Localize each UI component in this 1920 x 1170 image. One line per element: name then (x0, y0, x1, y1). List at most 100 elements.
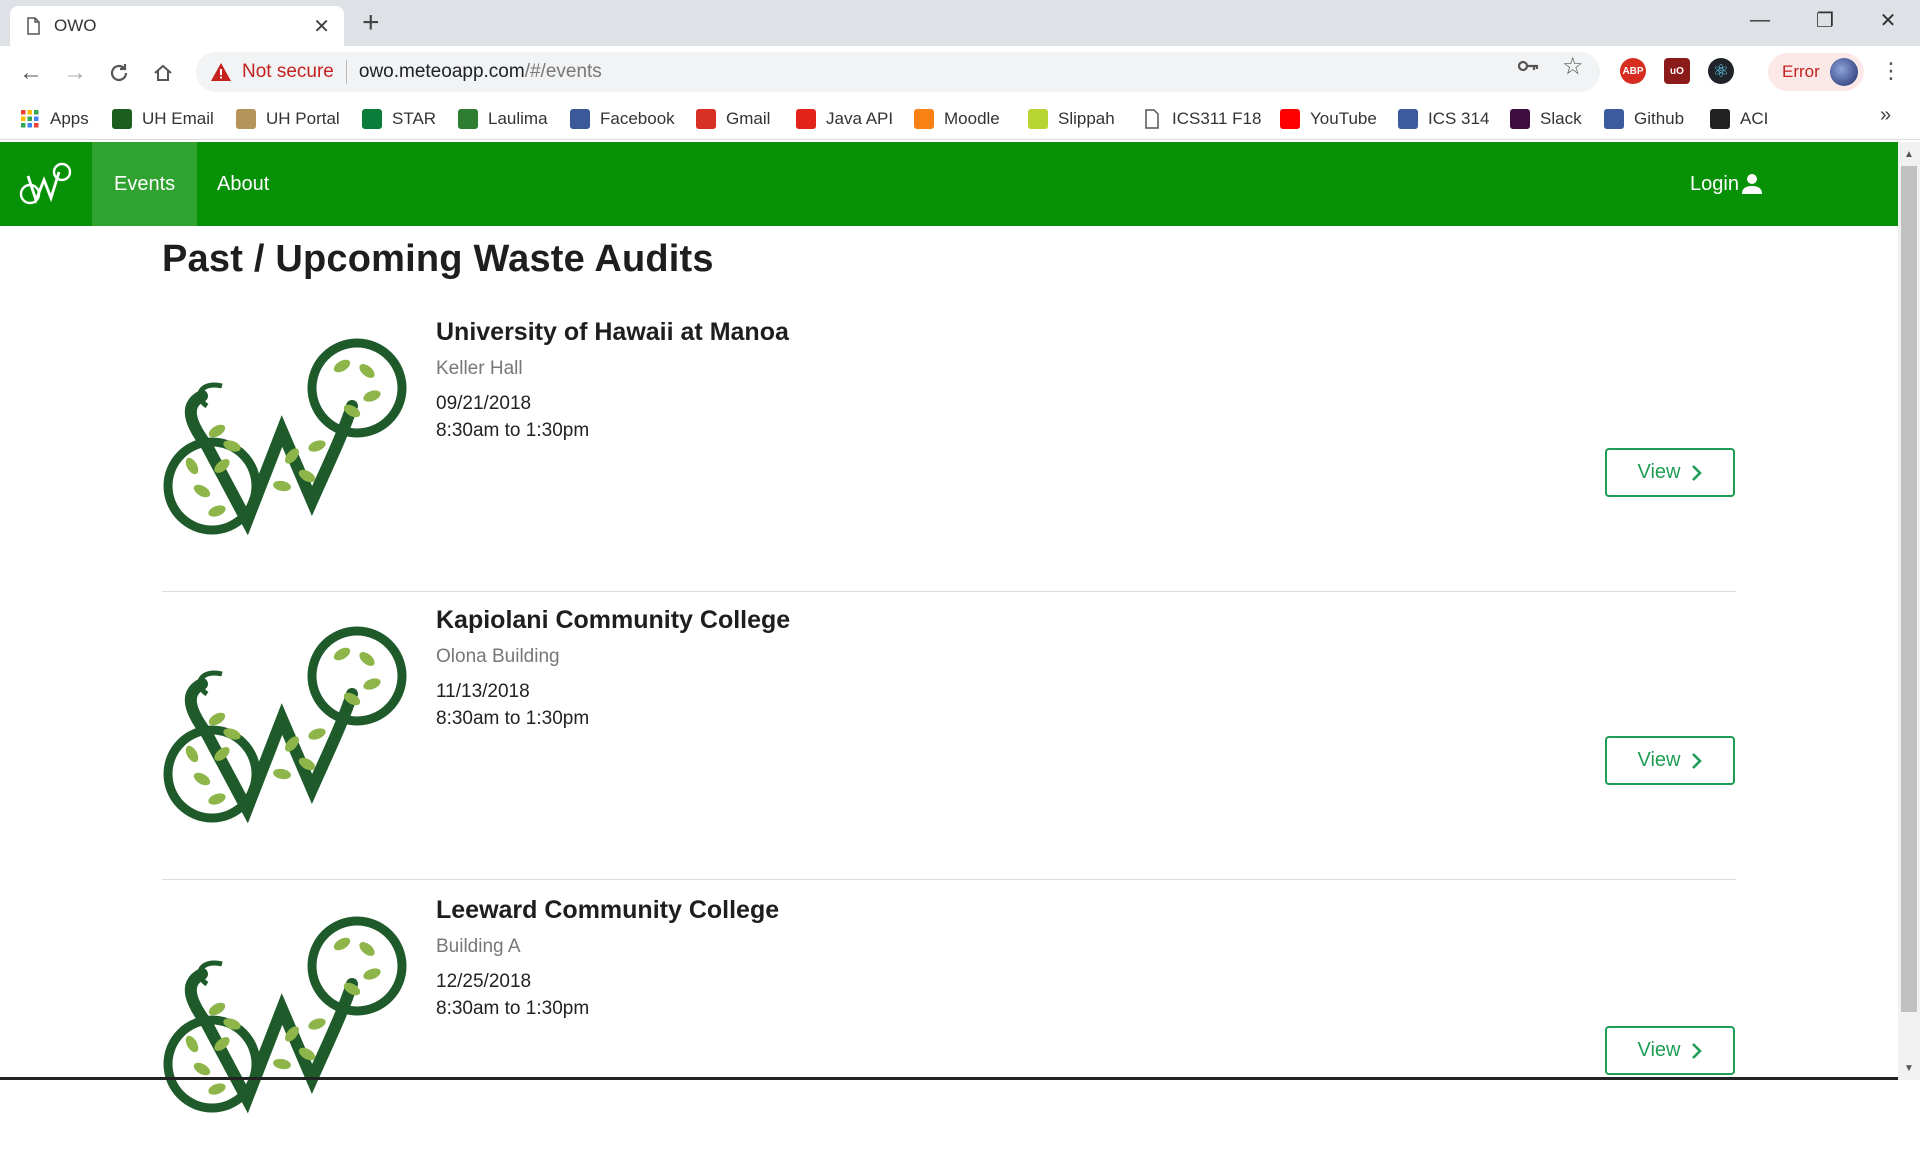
gmail-icon (696, 109, 716, 129)
java-icon (796, 109, 816, 129)
browser-tab[interactable]: OWO ✕ (10, 6, 344, 46)
login-button[interactable]: Login (1690, 142, 1763, 226)
minimize-icon[interactable]: — (1730, 0, 1790, 40)
bookmark-label: Moodle (944, 109, 1000, 128)
bookmark-label: ACI (1740, 109, 1769, 128)
event-building: Keller Hall (436, 358, 523, 379)
bookmark-label: Slack (1540, 109, 1582, 128)
leaf-icon (458, 109, 478, 129)
bookmark-item[interactable]: YouTube (1280, 106, 1377, 132)
bookmark-label: Laulima (488, 109, 548, 128)
event-building: Olona Building (436, 646, 560, 667)
avatar (1830, 58, 1858, 86)
bookmark-label: Java API (826, 109, 894, 128)
bookmark-item[interactable]: STAR (362, 106, 436, 132)
view-event-button[interactable]: View (1605, 736, 1735, 785)
menu-kebab-icon[interactable]: ⋮ (1880, 58, 1902, 84)
event-time: 8:30am to 1:30pm (436, 708, 590, 729)
url-text[interactable]: owo.meteoapp.com/#/events (359, 61, 602, 83)
view-event-button[interactable]: View (1605, 448, 1735, 497)
bookmark-label: Apps (50, 109, 89, 128)
ublock-icon[interactable]: uO (1664, 58, 1690, 84)
back-icon[interactable]: ← (14, 56, 48, 90)
bookmark-item[interactable]: Facebook (570, 106, 675, 132)
view-label: View (1637, 1039, 1681, 1061)
bookmarks-bar: Apps UH Email UH Portal STAR Laulima Facebook… (0, 98, 1920, 140)
bookmark-label: ICS 314 (1428, 109, 1490, 128)
event-card: Kapiolani Community College Olona Buildi… (162, 596, 1736, 880)
youtube-icon (1280, 109, 1300, 129)
bookmark-label: STAR (392, 109, 437, 128)
view-label: View (1637, 749, 1681, 771)
bookmark-label: ICS311 F18 (1172, 109, 1262, 128)
nav-events[interactable]: Events (92, 142, 198, 226)
bookmark-item[interactable]: Moodle (914, 106, 1000, 132)
moodle-icon (914, 109, 934, 129)
bookmark-item[interactable]: Gmail (696, 106, 770, 132)
view-event-button[interactable]: View (1605, 1026, 1735, 1075)
scroll-up-icon[interactable]: ▲ (1898, 144, 1920, 164)
chevron-right-icon (1691, 1042, 1702, 1059)
event-time: 8:30am to 1:30pm (436, 420, 590, 441)
home-icon[interactable] (146, 56, 180, 90)
bookmark-label: Facebook (600, 109, 675, 128)
nav-about[interactable]: About (195, 142, 291, 226)
close-window-icon[interactable]: ✕ (1858, 0, 1918, 40)
forward-icon[interactable]: → (58, 56, 92, 90)
bookmark-item[interactable]: ICS311 F18 (1142, 106, 1261, 132)
not-secure-label[interactable]: Not secure (242, 61, 334, 83)
bookmark-item[interactable]: Github (1604, 106, 1684, 132)
bookmark-label: Slippah (1058, 109, 1115, 128)
event-date: 11/13/2018 (436, 681, 530, 702)
star-diamond-icon (362, 109, 382, 129)
adblock-icon[interactable]: ABP (1620, 58, 1646, 84)
more-bookmarks-icon[interactable]: » (1880, 104, 1891, 127)
event-date: 09/21/2018 (436, 393, 532, 414)
uh-icon (112, 109, 132, 129)
page-icon (1142, 109, 1162, 129)
react-devtools-icon[interactable]: ⚛ (1708, 58, 1734, 84)
bookmark-label: UH Email (142, 109, 214, 128)
profile-error-button[interactable]: Error (1768, 53, 1864, 91)
page-scrollbar[interactable]: ▲ ▼ (1898, 142, 1920, 1080)
bookmark-item[interactable]: UH Email (112, 106, 214, 132)
square-icon (1398, 109, 1418, 129)
tab-title: OWO (54, 16, 97, 35)
scroll-thumb[interactable] (1901, 166, 1917, 1012)
login-label: Login (1690, 172, 1739, 195)
close-tab-icon[interactable]: ✕ (313, 14, 330, 39)
bookmark-item[interactable]: ACI (1710, 106, 1768, 132)
scroll-down-icon[interactable]: ▼ (1898, 1058, 1920, 1078)
bookmark-star-icon[interactable]: ☆ (1562, 52, 1584, 81)
bookmark-item[interactable]: ICS 314 (1398, 106, 1489, 132)
bookmark-label: Gmail (726, 109, 771, 128)
slack-icon (1510, 109, 1530, 129)
warning-icon (211, 63, 231, 81)
reload-icon[interactable] (102, 56, 136, 90)
browser-titlebar: OWO ✕ + — ❐ ✕ (0, 0, 1920, 46)
new-tab-button[interactable]: + (362, 8, 380, 38)
bookmark-item[interactable]: UH Portal (236, 106, 340, 132)
bookmark-item[interactable]: Slippah (1028, 106, 1115, 132)
event-date: 12/25/2018 (436, 971, 532, 992)
github-icon (1710, 109, 1730, 129)
bookmark-item[interactable]: Apps (20, 106, 89, 132)
bookmark-item[interactable]: Laulima (458, 106, 548, 132)
event-college: University of Hawaii at Manoa (436, 318, 789, 346)
address-bar[interactable]: Not secure owo.meteoapp.com/#/events (196, 52, 1600, 92)
bookmark-label: Github (1634, 109, 1685, 128)
bookmark-item[interactable]: Java API (796, 106, 893, 132)
maximize-icon[interactable]: ❐ (1795, 0, 1855, 40)
bookmark-label: YouTube (1310, 109, 1377, 128)
event-time: 8:30am to 1:30pm (436, 998, 590, 1019)
bookmark-item[interactable]: Slack (1510, 106, 1582, 132)
uh-portal-icon (236, 109, 256, 129)
chevron-right-icon (1691, 464, 1702, 481)
page-title: Past / Upcoming Waste Audits (162, 238, 714, 280)
key-icon[interactable] (1517, 56, 1540, 79)
event-divider (162, 879, 1736, 880)
event-building: Building A (436, 936, 521, 957)
omnibox-separator (345, 60, 347, 84)
bookmark-label: UH Portal (266, 109, 340, 128)
owo-brand-logo[interactable] (18, 160, 72, 208)
